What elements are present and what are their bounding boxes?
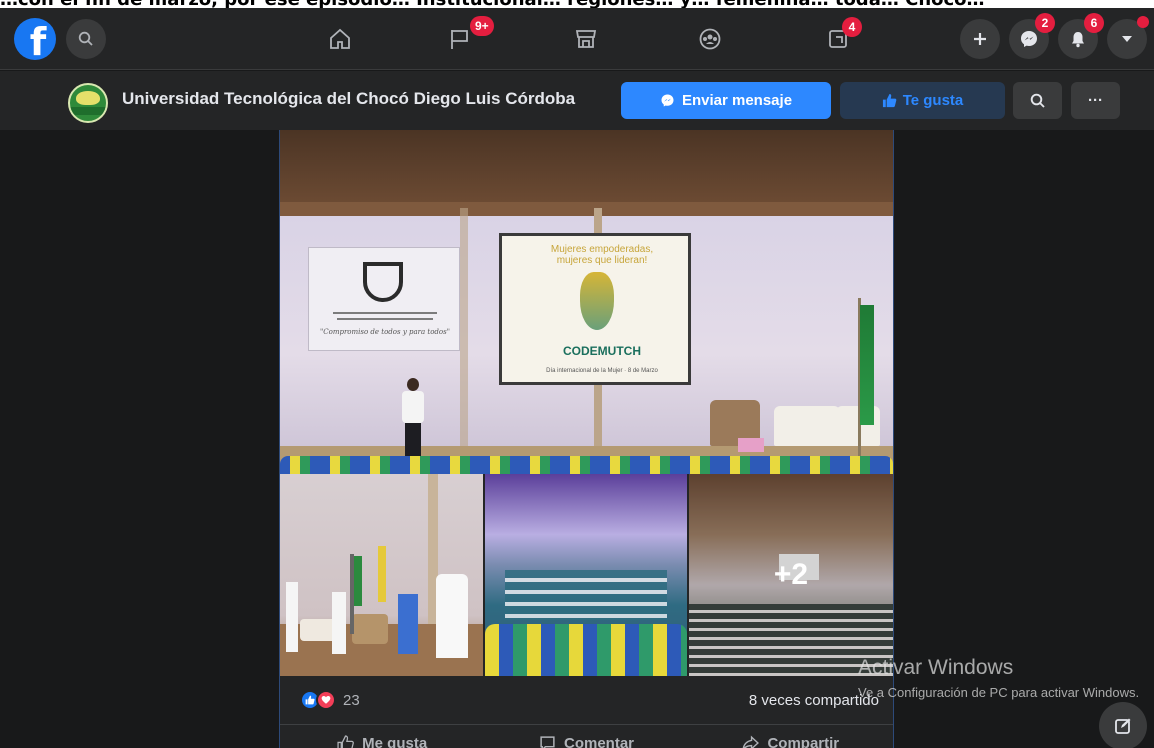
page-more-button[interactable]: ···: [1071, 82, 1120, 119]
share-action-label: Compartir: [767, 735, 840, 748]
nav-home[interactable]: [310, 18, 370, 60]
page-avatar[interactable]: [68, 83, 108, 123]
groups-icon: [699, 28, 721, 50]
pages-badge: 9+: [470, 16, 494, 36]
messenger-icon: [1021, 31, 1037, 47]
nav-gaming[interactable]: 4: [808, 17, 868, 60]
projector-screen: Mujeres empoderadas, mujeres que lideran…: [499, 233, 691, 385]
speaker-figure: [400, 378, 426, 458]
thumbs-up-icon: [882, 93, 897, 108]
nav-pages[interactable]: 9+: [430, 16, 494, 60]
more-icon: ···: [1088, 92, 1103, 109]
post-photo-4[interactable]: +2: [689, 474, 893, 676]
post-actions: Me gusta Comentar Compartir: [280, 724, 893, 748]
plus-icon: [974, 33, 986, 45]
more-photos-overlay[interactable]: +2: [689, 474, 893, 676]
create-button[interactable]: [960, 19, 1000, 59]
liked-label: Te gusta: [902, 92, 964, 109]
screen-footer: Día internacional de la Mujer · 8 de Mar…: [546, 368, 658, 374]
compose-icon: [1115, 718, 1131, 734]
post-photo-main[interactable]: "Compromiso de todos y para todos" Mujer…: [280, 130, 893, 474]
messenger-icon: [661, 94, 674, 107]
watermark-title: Activar Windows: [858, 656, 1014, 679]
gaming-badge: 4: [842, 17, 862, 37]
account-menu-button[interactable]: [1107, 16, 1149, 59]
post-card: "Compromiso de todos y para todos" Mujer…: [279, 130, 894, 748]
page-header-bar: Universidad Tecnológica del Chocó Diego …: [0, 71, 1154, 130]
top-navigation-bar: f 9+ 4 2 6: [0, 8, 1154, 70]
comment-action-button[interactable]: Comentar: [484, 725, 688, 748]
watermark-subtitle: Ve a Configuración de PC para activar Wi…: [858, 685, 1140, 700]
reaction-count: 23: [343, 691, 360, 709]
like-action-button[interactable]: Me gusta: [280, 725, 484, 748]
balloon-row: [280, 456, 893, 474]
like-action-label: Me gusta: [362, 735, 428, 748]
windows-activation-watermark: Activar Windows Ve a Configuración de PC…: [858, 656, 1148, 703]
account-alert-dot: [1137, 16, 1149, 28]
notifications-badge: 6: [1084, 13, 1104, 33]
love-reaction-icon: [316, 690, 336, 710]
nav-groups[interactable]: [680, 18, 740, 60]
search-button[interactable]: [66, 19, 106, 59]
nav-marketplace[interactable]: [556, 18, 616, 60]
caret-down-icon: [1122, 36, 1132, 42]
page-search-button[interactable]: [1013, 82, 1062, 119]
banner-motto: "Compromiso de todos y para todos": [320, 328, 450, 336]
women-emblem-icon: [580, 272, 614, 330]
post-photo-3[interactable]: [485, 474, 687, 676]
marketplace-icon: [575, 30, 597, 48]
search-icon: [1030, 93, 1045, 108]
comment-action-label: Comentar: [563, 735, 634, 748]
screen-title: Mujeres empoderadas, mujeres que lideran…: [550, 244, 654, 266]
liked-button[interactable]: Te gusta: [840, 82, 1005, 119]
share-action-button[interactable]: Compartir: [689, 725, 893, 748]
university-logo-icon: [363, 262, 403, 302]
send-message-button[interactable]: Enviar mensaje: [621, 82, 831, 119]
bell-icon: [1072, 32, 1084, 48]
new-message-button[interactable]: [1099, 702, 1147, 748]
flag-icon: [451, 30, 468, 49]
university-banner: "Compromiso de todos y para todos": [308, 247, 460, 351]
screen-brand: CODEMUTCH: [563, 344, 641, 358]
reactions-summary[interactable]: 23: [300, 690, 360, 710]
comment-icon: [540, 736, 555, 748]
notifications-button[interactable]: 6: [1058, 13, 1104, 59]
messenger-button[interactable]: 2: [1009, 13, 1055, 59]
page-name[interactable]: Universidad Tecnológica del Chocó Diego …: [122, 89, 575, 109]
share-icon: [743, 735, 760, 748]
messenger-badge: 2: [1035, 13, 1055, 33]
thumbs-up-icon: [337, 735, 355, 748]
send-message-label: Enviar mensaje: [681, 92, 793, 109]
post-photo-2[interactable]: [280, 474, 483, 676]
home-icon: [330, 28, 350, 49]
overlay-caption-strip: …con el fin de marzo, por ese episodio… …: [0, 0, 1154, 8]
facebook-logo-icon[interactable]: f: [14, 18, 56, 60]
overlay-caption: …con el fin de marzo, por ese episodio… …: [0, 0, 985, 8]
flag-icon: [860, 305, 874, 425]
search-icon: [78, 31, 93, 46]
